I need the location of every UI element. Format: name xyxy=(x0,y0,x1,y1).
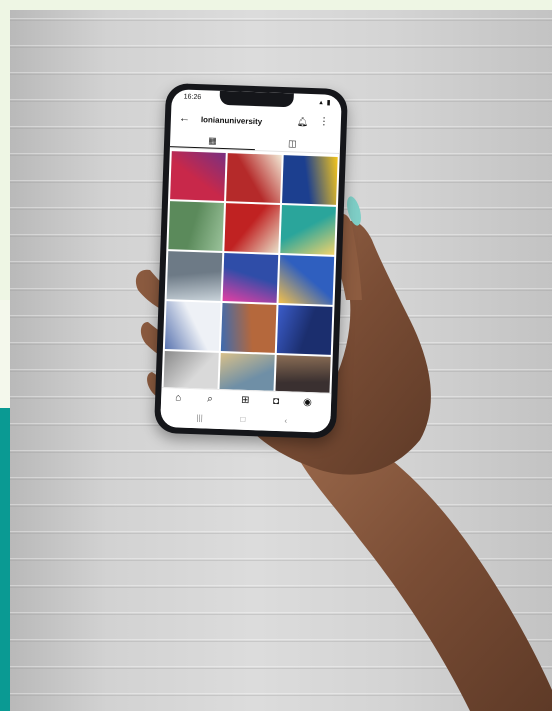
post-thumbnail[interactable] xyxy=(278,255,335,305)
status-time: 16:26 xyxy=(183,93,202,102)
post-thumbnail[interactable] xyxy=(168,201,225,251)
add-icon[interactable]: ⊞ xyxy=(241,395,250,406)
profile-header: ← Ionianuniversity 🔔︎ ⋮ xyxy=(171,109,342,135)
back-button-icon[interactable]: ‹ xyxy=(284,416,287,425)
shop-icon[interactable]: ◘ xyxy=(273,396,279,407)
post-thumbnail[interactable] xyxy=(226,153,282,203)
photo-scene: 16:26 ▴ ▮ ← Ionianuniversity 🔔︎ ⋮ ▦ ◫ ⌂ … xyxy=(0,0,552,711)
home-button-icon[interactable]: □ xyxy=(240,415,245,424)
post-thumbnail[interactable] xyxy=(220,303,277,353)
post-thumbnail[interactable] xyxy=(166,251,223,301)
profile-tabs: ▦ ◫ xyxy=(169,133,341,155)
phone-screen: 16:26 ▴ ▮ ← Ionianuniversity 🔔︎ ⋮ ▦ ◫ ⌂ … xyxy=(160,89,342,433)
profile-name: Ionianuniversity xyxy=(200,115,263,127)
phone-notch xyxy=(219,90,294,108)
home-icon[interactable]: ⌂ xyxy=(175,392,181,403)
post-thumbnail[interactable] xyxy=(224,203,280,253)
post-thumbnail[interactable] xyxy=(164,301,221,351)
recents-icon[interactable]: ||| xyxy=(196,413,203,422)
post-thumbnail[interactable] xyxy=(222,253,279,303)
smartphone: 16:26 ▴ ▮ ← Ionianuniversity 🔔︎ ⋮ ▦ ◫ ⌂ … xyxy=(153,82,349,440)
post-thumbnail[interactable] xyxy=(170,151,226,202)
more-icon[interactable]: ⋮ xyxy=(319,116,329,127)
search-icon[interactable]: ⌕ xyxy=(207,394,213,405)
tagged-icon[interactable]: ◫ xyxy=(288,138,297,149)
bell-icon[interactable]: 🔔︎ xyxy=(297,117,309,128)
status-icons: ▴ ▮ xyxy=(319,99,332,107)
active-tab-indicator xyxy=(169,146,255,151)
post-thumbnail[interactable] xyxy=(276,304,333,355)
back-arrow-icon[interactable]: ← xyxy=(179,112,190,124)
profile-icon[interactable]: ◉ xyxy=(303,397,312,408)
post-thumbnail[interactable] xyxy=(280,205,336,255)
grid-icon[interactable]: ▦ xyxy=(208,135,217,146)
post-grid xyxy=(163,151,338,405)
post-thumbnail[interactable] xyxy=(282,155,338,205)
